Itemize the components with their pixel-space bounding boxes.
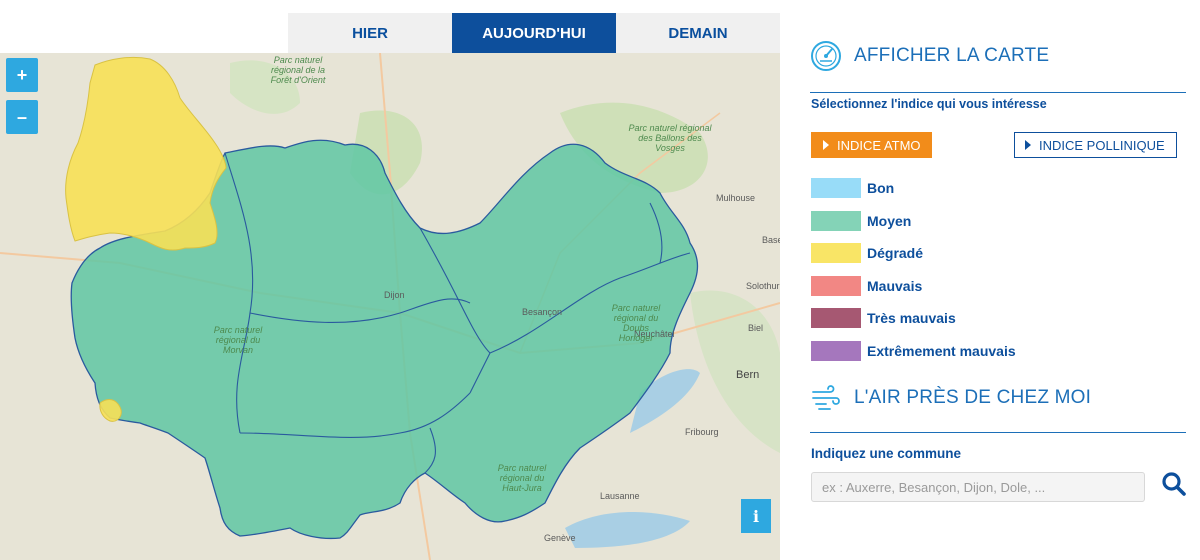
legend-swatch [811,308,861,328]
commune-search-input[interactable] [811,472,1145,502]
map-label-solothurn: Solothurn [746,281,780,291]
gauge-icon [811,41,841,71]
map-label-park-vosges: Parc naturel régional des Ballons des Vo… [628,123,712,153]
map-section-header: AFFICHER LA CARTE [810,40,1049,72]
legend-label: Moyen [867,212,912,229]
indice-atmo-button[interactable]: INDICE ATMO [811,132,932,158]
zoom-out-button[interactable]: – [6,100,38,134]
legend-swatch [811,275,861,296]
legend-swatch [811,210,861,231]
legend-label: Mauvais [867,277,923,294]
map-label-biel: Biel [748,323,764,333]
air-quality-map[interactable]: Mulhouse Base Bern Solothurn Biel Besanç… [0,53,780,560]
map-label-fribourg: Fribourg [685,427,719,437]
indice-pollinique-label: INDICE POLLINIQUE [1039,137,1165,153]
divider [810,92,1186,93]
tab-demain[interactable]: DEMAIN [616,13,780,53]
day-tabs: HIER AUJOURD'HUI DEMAIN [288,13,780,53]
zoom-in-button[interactable]: + [6,58,38,92]
map-label-besancon: Besançon [522,307,563,317]
divider [810,432,1186,433]
legend-item-moyen: Moyen [811,210,1016,231]
legend-swatch [811,340,861,361]
select-index-text: Sélectionnez l'indice qui vous intéresse [811,97,1047,111]
indice-pollinique-button[interactable]: INDICE POLLINIQUE [1014,132,1177,158]
commune-label: Indiquez une commune [811,446,962,461]
legend-label: Bon [867,180,895,196]
tab-aujourdhui[interactable]: AUJOURD'HUI [452,13,616,53]
legend-item-tres-mauvais: Très mauvais [811,308,1016,328]
legend-label: Extrêmement mauvais [867,342,1016,359]
map-section-title: AFFICHER LA CARTE [854,45,1050,66]
legend-swatch [811,178,861,198]
map-label-geneve: Genève [544,533,576,543]
play-arrow-icon [1025,140,1031,150]
map-label-dijon: Dijon [384,290,405,300]
legend-item-degrade: Dégradé [811,243,1016,263]
legend-item-mauvais: Mauvais [811,275,1016,296]
map-label-park-jura: Parc naturel régional du Haut-Jura [497,463,547,493]
map-label-park-foret-orient: Parc naturel régional de la Forêt d'Orie… [270,55,326,85]
legend-swatch [811,243,861,263]
side-panel: AFFICHER LA CARTE Sélectionnez l'indice … [780,0,1200,560]
map-label-lausanne: Lausanne [600,491,640,501]
play-arrow-icon [823,140,829,150]
map-label-bern: Bern [736,369,760,381]
indice-atmo-label: INDICE ATMO [837,137,921,153]
air-section-header: L'AIR PRÈS DE CHEZ MOI [810,382,1091,414]
map-label-park-doubs: Parc naturel régional du Doubs Horloger [611,303,661,343]
map-info-button[interactable]: i [741,499,771,533]
search-icon[interactable] [1161,471,1187,497]
legend-item-extremement-mauvais: Extrêmement mauvais [811,340,1016,361]
air-section-title: L'AIR PRÈS DE CHEZ MOI [854,387,1092,408]
map-label-basel: Base [762,235,780,245]
tab-hier[interactable]: HIER [288,13,452,53]
legend-label: Très mauvais [867,310,956,326]
legend-item-bon: Bon [811,178,1016,198]
wind-icon [812,385,840,410]
legend: Bon Moyen Dégradé Mauvais Très mauvais E… [811,178,1016,373]
legend-label: Dégradé [867,245,924,261]
map-label-park-morvan: Parc naturel régional du Morvan [213,325,263,355]
map-label-mulhouse: Mulhouse [716,193,756,203]
